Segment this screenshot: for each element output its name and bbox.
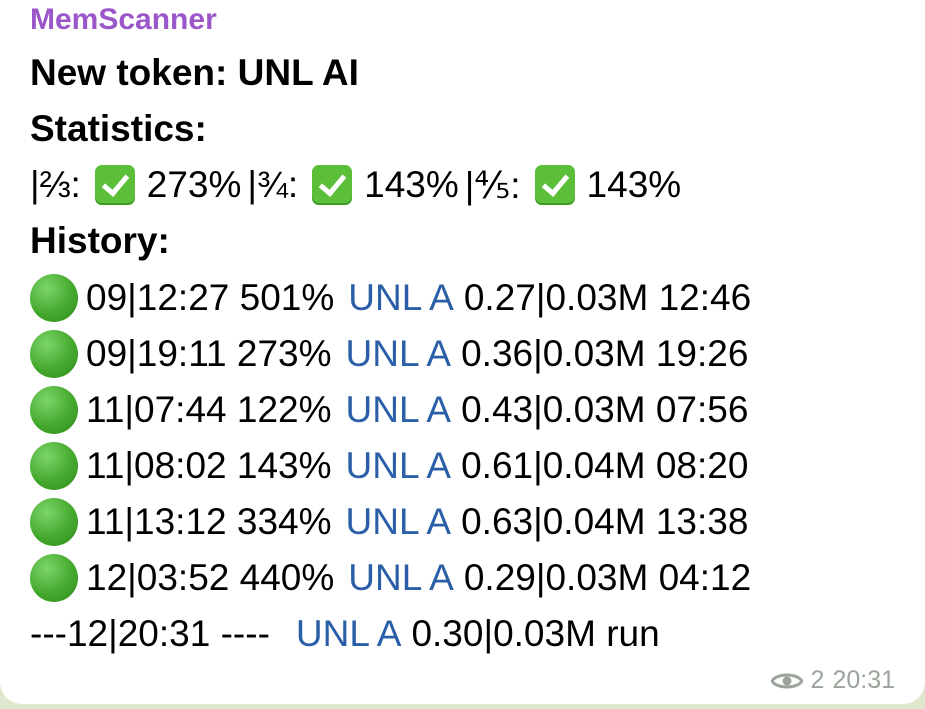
sender-name[interactable]: MemScanner (30, 3, 217, 37)
history-time: 11|08:02 143% (86, 445, 332, 486)
green-circle-icon (30, 442, 78, 490)
green-circle-icon (30, 330, 78, 378)
history-row: 11|13:12 334% UNL A 0.63|0.04M 13:38 (30, 497, 748, 547)
stat-label: |¾: (247, 164, 299, 205)
token-line: New token: UNL AI (30, 52, 359, 93)
eye-icon (770, 673, 803, 688)
stat-value: 143% (586, 164, 682, 205)
history-tail: 0.29|0.03M 04:12 (463, 557, 752, 598)
history-tail: 0.27|0.03M 12:46 (463, 277, 752, 318)
history-row: 09|12:27 501% UNL A 0.27|0.03M 12:46 (30, 273, 751, 323)
statistics-line: |⅔: 273% |¾: 143% |⅘: 143% (30, 160, 681, 210)
green-circle-icon (30, 274, 78, 322)
token-link[interactable]: UNL A (296, 613, 402, 655)
stat-value: 273% (146, 164, 242, 205)
history-time: 09|19:11 273% (86, 333, 332, 374)
token-link[interactable]: UNL A (348, 277, 454, 319)
history-time: 11|13:12 334% (86, 501, 332, 542)
history-time: 09|12:27 501% (86, 277, 335, 318)
token-link[interactable]: UNL A (348, 557, 454, 599)
history-row: 12|03:52 440% UNL A 0.29|0.03M 04:12 (30, 553, 751, 603)
history-row: 11|08:02 143% UNL A 0.61|0.04M 08:20 (30, 441, 748, 491)
check-mark-button-icon (534, 165, 575, 205)
message-bubble: MemScanner New token: UNL AI Statistics:… (0, 0, 925, 704)
green-circle-icon (30, 386, 78, 434)
stat-value: 143% (364, 164, 459, 205)
history-heading: History: (30, 220, 170, 261)
history-row: 09|19:11 273% UNL A 0.36|0.03M 19:26 (30, 329, 748, 379)
token-link[interactable]: UNL A (346, 389, 452, 431)
token-link[interactable]: UNL A (346, 333, 452, 375)
statistics-heading: Statistics: (30, 108, 207, 149)
message-timestamp: 20:31 (832, 666, 895, 694)
history-tail: 0.36|0.03M 19:26 (461, 333, 749, 374)
history-tail: 0.61|0.04M 08:20 (461, 445, 749, 486)
stat-label: |⅔: (30, 164, 81, 205)
history-row: 11|07:44 122% UNL A 0.43|0.03M 07:56 (30, 385, 748, 435)
history-tail: 0.63|0.04M 13:38 (461, 501, 749, 542)
current-prefix: ---12|20:31 ---- (30, 613, 270, 654)
check-mark-button-icon (94, 165, 135, 205)
history-time: 12|03:52 440% (86, 557, 335, 598)
green-circle-icon (30, 554, 78, 602)
history-time: 11|07:44 122% (86, 389, 332, 430)
history-tail: 0.43|0.03M 07:56 (461, 389, 749, 430)
check-mark-button-icon (312, 165, 353, 205)
token-link[interactable]: UNL A (346, 445, 452, 487)
message-meta: 2 20:31 (770, 666, 895, 695)
stat-label: |⅘: (464, 164, 521, 206)
green-circle-icon (30, 498, 78, 546)
view-count: 2 (810, 666, 825, 694)
current-tail: 0.30|0.03M run (411, 613, 660, 654)
token-link[interactable]: UNL A (346, 501, 452, 543)
current-row: ---12|20:31 ---- UNL A 0.30|0.03M run (30, 609, 660, 659)
